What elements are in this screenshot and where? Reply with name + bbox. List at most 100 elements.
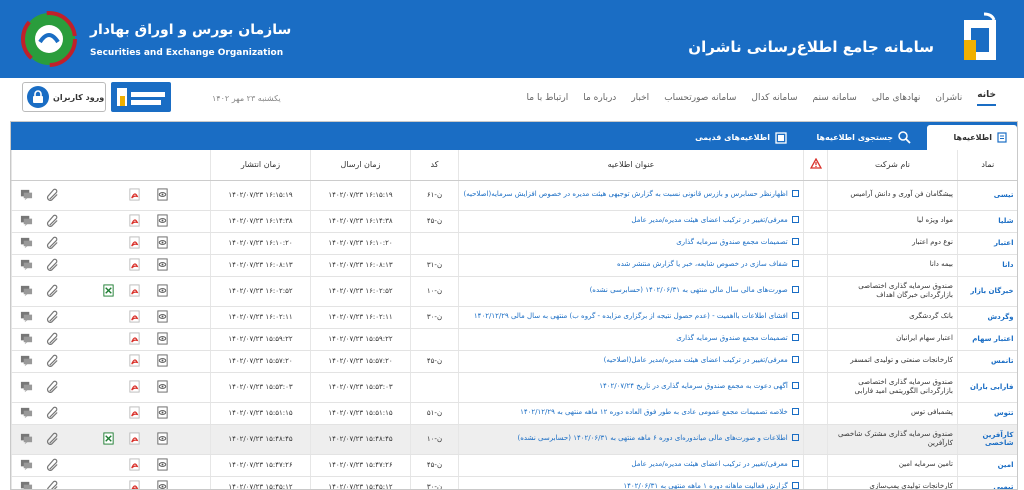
comment-icon[interactable] <box>20 310 33 324</box>
announcement-title[interactable]: شفاف سازی در خصوص شایعه، خبر یا گزارش من… <box>617 260 788 268</box>
symbol-link[interactable]: خبرگان بازار <box>957 276 1017 307</box>
attachment-icon[interactable] <box>46 188 59 202</box>
pdf-icon[interactable] <box>128 214 141 228</box>
symbol-link[interactable]: شلیا <box>957 210 1017 233</box>
pdf-icon[interactable] <box>128 258 141 272</box>
attachment-icon[interactable] <box>46 432 59 446</box>
comment-icon[interactable] <box>20 480 33 489</box>
announcement-title[interactable]: خلاصه تصمیمات مجمع عمومی عادی به طور فوق… <box>520 408 788 416</box>
comment-icon[interactable] <box>20 214 33 228</box>
announcement-title-cell[interactable]: معرفی/تغییر در ترکیب اعضای هیئت مدیره/مد… <box>458 350 804 373</box>
announcement-title-cell[interactable]: معرفی/تغییر در ترکیب اعضای هیئت مدیره/مد… <box>458 454 804 477</box>
nav-invoice-system[interactable]: سامانه صورتحساب <box>664 93 736 103</box>
table-row[interactable]: دانا بیمه دانا شفاف سازی در خصوص شایعه، خ… <box>11 254 1017 277</box>
table-row[interactable]: کارآفرین شاخصی صندوق سرمایه گذاری مشترک ش… <box>11 424 1017 455</box>
view-icon[interactable] <box>156 332 169 346</box>
view-icon[interactable] <box>156 284 169 298</box>
pdf-icon[interactable] <box>128 354 141 368</box>
symbol-link[interactable]: اعتبار سهام <box>957 328 1017 351</box>
attachment-icon[interactable] <box>46 258 59 272</box>
attachment-icon[interactable] <box>46 406 59 420</box>
symbol-link[interactable]: تپمپی <box>957 476 1017 489</box>
table-row[interactable]: تپمپی کارخانجات تولیدی پمپ‌سازی گزارش فعا… <box>11 476 1017 489</box>
attachment-icon[interactable] <box>46 332 59 346</box>
attachment-icon[interactable] <box>46 354 59 368</box>
attachment-icon[interactable] <box>46 458 59 472</box>
announcement-title[interactable]: اظهارنظر حسابرس و بازرس قانونی نسبت به گ… <box>463 190 787 198</box>
announcement-title-cell[interactable]: آگهی دعوت به مجمع صندوق سرمایه گذاری در … <box>458 372 804 403</box>
nav-senam[interactable]: سامانه سنم <box>813 93 857 103</box>
announcement-title-cell[interactable]: تصمیمات مجمع صندوق سرمایه گذاری <box>458 232 804 255</box>
pdf-icon[interactable] <box>128 310 141 324</box>
view-icon[interactable] <box>156 432 169 446</box>
nav-contact[interactable]: ارتباط با ما <box>527 93 569 103</box>
announcement-title-cell[interactable]: تصمیمات مجمع صندوق سرمایه گذاری <box>458 328 804 351</box>
view-icon[interactable] <box>156 458 169 472</box>
attachment-icon[interactable] <box>46 214 59 228</box>
attachment-icon[interactable] <box>46 380 59 394</box>
pdf-icon[interactable] <box>128 188 141 202</box>
announcement-title[interactable]: معرفی/تغییر در ترکیب اعضای هیئت مدیره/مد… <box>631 216 787 224</box>
comment-icon[interactable] <box>20 332 33 346</box>
tab-old-announcements[interactable]: اطلاعیه‌های قدیمی <box>685 125 797 150</box>
announcement-title[interactable]: آگهی دعوت به مجمع صندوق سرمایه گذاری در … <box>599 382 788 390</box>
col-header-symbol[interactable]: نماد <box>957 150 1017 181</box>
table-row[interactable]: اعتبار سهام اعتبار سهام ایرانیان تصمیمات … <box>11 328 1017 351</box>
pdf-icon[interactable] <box>128 480 141 489</box>
announcement-title[interactable]: تصمیمات مجمع صندوق سرمایه گذاری <box>676 238 788 246</box>
table-row[interactable]: وگردش بانک گردشگری افشای اطلاعات بااهمیت … <box>11 306 1017 329</box>
col-header-code[interactable]: کد <box>410 150 459 181</box>
pdf-icon[interactable] <box>128 432 141 446</box>
announcement-title-cell[interactable]: صورت‌های مالی سال مالی منتهی به ۱۴۰۲/۰۶/… <box>458 276 804 307</box>
symbol-link[interactable]: تیسی <box>957 180 1017 211</box>
nav-codal[interactable]: سامانه کدال <box>751 93 797 103</box>
view-icon[interactable] <box>156 188 169 202</box>
nav-about[interactable]: درباره ما <box>583 93 616 103</box>
pdf-icon[interactable] <box>128 380 141 394</box>
announcement-title-cell[interactable]: شفاف سازی در خصوص شایعه، خبر یا گزارش من… <box>458 254 804 277</box>
col-header-title[interactable]: عنوان اطلاعیه <box>458 150 804 181</box>
nav-news[interactable]: اخبار <box>631 93 649 103</box>
comment-icon[interactable] <box>20 432 33 446</box>
announcement-title-cell[interactable]: اظهارنظر حسابرس و بازرس قانونی نسبت به گ… <box>458 180 804 211</box>
table-row[interactable]: تانمس کارخانجات صنعتی و تولیدی اتمسفر معر… <box>11 350 1017 373</box>
attachment-icon[interactable] <box>46 236 59 250</box>
announcement-title-cell[interactable]: اطلاعات و صورت‌های مالی میاندوره‌ای دوره… <box>458 424 804 455</box>
view-icon[interactable] <box>156 214 169 228</box>
tab-search[interactable]: جستجوی اطلاعیه‌ها <box>806 125 921 150</box>
announcement-title-cell[interactable]: افشای اطلاعات بااهمیت - (عدم حصول نتیجه … <box>458 306 804 329</box>
comment-icon[interactable] <box>20 258 33 272</box>
symbol-link[interactable]: فارابی باران <box>957 372 1017 403</box>
login-button[interactable]: ورود کاربران <box>22 82 106 112</box>
table-row[interactable]: خبرگان بازار صندوق سرمایه گذاری اختصاصی ب… <box>11 276 1017 307</box>
view-icon[interactable] <box>156 354 169 368</box>
table-row[interactable]: فارابی باران صندوق سرمایه گذاری اختصاصی ب… <box>11 372 1017 403</box>
announcement-title[interactable]: معرفی/تغییر در ترکیب اعضای هیئت مدیره/مد… <box>604 356 788 364</box>
announcement-title[interactable]: اطلاعات و صورت‌های مالی میاندوره‌ای دوره… <box>518 434 788 442</box>
announcement-title-cell[interactable]: خلاصه تصمیمات مجمع عمومی عادی به طور فوق… <box>458 402 804 425</box>
announcement-title[interactable]: گزارش فعالیت ماهانه دوره ۱ ماهه منتهی به… <box>623 482 787 489</box>
codal-small-logo[interactable] <box>111 82 171 112</box>
table-row[interactable]: امین تامین سرمایه امین معرفی/تغییر در ترک… <box>11 454 1017 477</box>
excel-icon[interactable] <box>102 284 115 298</box>
view-icon[interactable] <box>156 258 169 272</box>
comment-icon[interactable] <box>20 380 33 394</box>
nav-home[interactable]: خانه <box>977 90 996 106</box>
pdf-icon[interactable] <box>128 236 141 250</box>
pdf-icon[interactable] <box>128 458 141 472</box>
excel-icon[interactable] <box>102 432 115 446</box>
view-icon[interactable] <box>156 310 169 324</box>
tab-announcements[interactable]: اطلاعیه‌ها <box>927 125 1017 150</box>
symbol-link[interactable]: اعتبار <box>957 232 1017 255</box>
col-header-sent-time[interactable]: زمان ارسال <box>310 150 411 181</box>
col-header-company[interactable]: نام شرکت <box>827 150 958 181</box>
view-icon[interactable] <box>156 480 169 489</box>
announcement-title-cell[interactable]: گزارش فعالیت ماهانه دوره ۱ ماهه منتهی به… <box>458 476 804 489</box>
col-header-publish-time[interactable]: زمان انتشار <box>210 150 311 181</box>
attachment-icon[interactable] <box>46 284 59 298</box>
pdf-icon[interactable] <box>128 284 141 298</box>
table-row[interactable]: اعتبار نوع دوم اعتبار تصمیمات مجمع صندوق … <box>11 232 1017 255</box>
symbol-link[interactable]: کارآفرین شاخصی <box>957 424 1017 455</box>
comment-icon[interactable] <box>20 458 33 472</box>
comment-icon[interactable] <box>20 406 33 420</box>
